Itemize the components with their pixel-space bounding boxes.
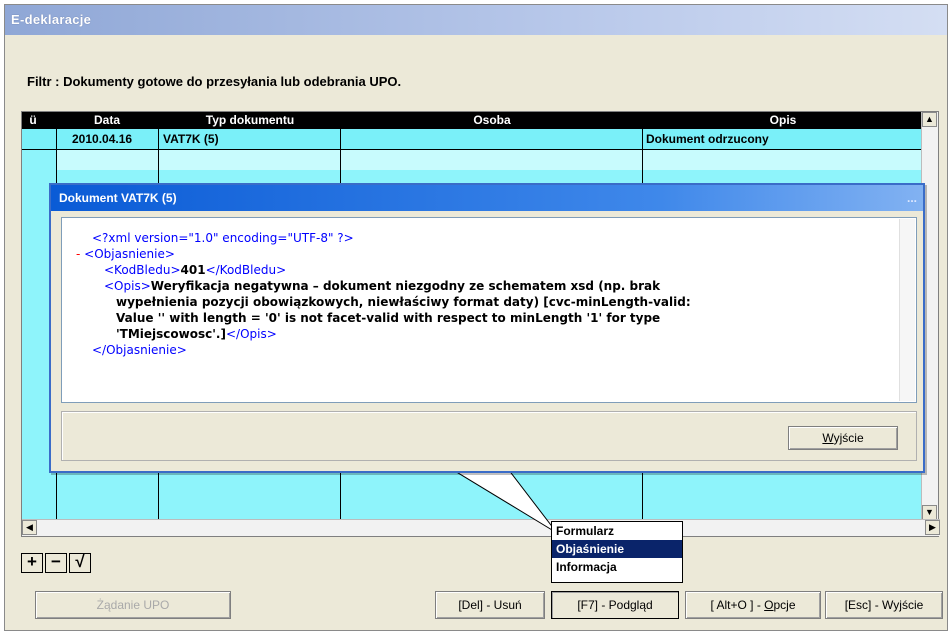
xml-kod-value: 401 [180,263,206,277]
dialog-button-panel: Wyjście [61,411,917,461]
callout-pointer [445,465,558,534]
xml-root-open: <Objasnienie> [84,247,175,261]
xml-opis-text: 'TMiejscowosc'.] [116,327,226,341]
xml-kod-open: <KodBledu> [104,263,181,277]
exit-button[interactable]: [Esc] - Wyjście [825,591,943,619]
options-label-rest: pcje [773,598,796,612]
add-row-button[interactable]: + [21,553,43,573]
table-header: ü Data Typ dokumentu Osoba Opis [22,112,922,129]
scroll-left-icon[interactable]: ◀ [22,520,37,535]
xml-opis-close: </Opis> [225,327,277,341]
window-title: E-deklaracje [5,5,947,35]
cell-typ: VAT7K (5) [163,132,219,146]
exit-accel: W [822,431,834,445]
table-row[interactable]: 2010.04.16 VAT7K (5) Dokument odrzucony [22,129,922,149]
xml-opis-open: <Opis> [104,279,151,293]
exit-rest: yjście [833,431,864,445]
delete-button[interactable]: [Del] - Usuń [435,591,545,619]
col-header-data[interactable]: Data [58,113,156,127]
xml-declaration: <?xml version="1.0" encoding="UTF-8" ?> [92,231,354,245]
options-label-accel: O [764,598,774,612]
filter-label: Filtr : Dokumenty gotowe do przesyłania … [27,74,402,89]
main-window: E-deklaracje Filtr : Dokumenty gotowe do… [4,4,948,631]
options-label-prefix: [ Alt+O ] - [710,598,765,612]
options-button[interactable]: [ Alt+O ] - Opcje [685,591,821,619]
check-row-button[interactable]: √ [69,553,91,573]
xml-root-close: </Objasnienie> [92,343,187,357]
xml-opis-text: wypełnienia pozycji obowiązkowych, niewł… [116,295,691,309]
xml-opis-text: Value '' with length = '0' is not facet-… [116,311,661,325]
menu-item-informacja[interactable]: Informacja [552,558,682,576]
xml-opis-text: Weryfikacja negatywna – dokument niezgod… [150,279,661,293]
xml-viewer[interactable]: <?xml version="1.0" encoding="UTF-8" ?> … [61,217,917,403]
xml-kod-close: </KodBledu> [205,263,287,277]
dialog-title-bar[interactable]: Dokument VAT7K (5) ... [51,185,923,211]
table-row[interactable] [56,150,922,170]
dialog-title: Dokument VAT7K (5) [59,191,177,205]
dialog-more-icon[interactable]: ... [907,185,917,211]
dialog-exit-button[interactable]: Wyjście [788,426,898,450]
grid-line [22,149,922,150]
scroll-right-icon[interactable]: ▶ [925,520,940,535]
context-menu: Formularz Objaśnienie Informacja [551,521,683,583]
request-upo-button[interactable]: Żądanie UPO [35,591,231,619]
col-header-opis[interactable]: Opis [644,113,922,127]
remove-row-button[interactable]: − [45,553,67,573]
preview-button[interactable]: [F7] - Podgląd [551,591,679,619]
menu-item-formularz[interactable]: Formularz [552,522,682,540]
cell-data: 2010.04.16 [72,132,133,146]
document-dialog: Dokument VAT7K (5) ... <?xml version="1.… [49,183,925,473]
menu-item-objasnienie[interactable]: Objaśnienie [552,540,682,558]
col-header-check[interactable]: ü [26,113,40,127]
scroll-up-icon[interactable]: ▲ [922,112,937,127]
cell-opis: Dokument odrzucony [646,132,769,146]
col-header-typ[interactable]: Typ dokumentu [160,113,340,127]
collapse-toggle[interactable]: - [76,247,80,261]
col-header-osoba[interactable]: Osoba [342,113,642,127]
scroll-down-icon[interactable]: ▼ [922,505,937,520]
xml-scrollbar[interactable] [899,219,915,401]
